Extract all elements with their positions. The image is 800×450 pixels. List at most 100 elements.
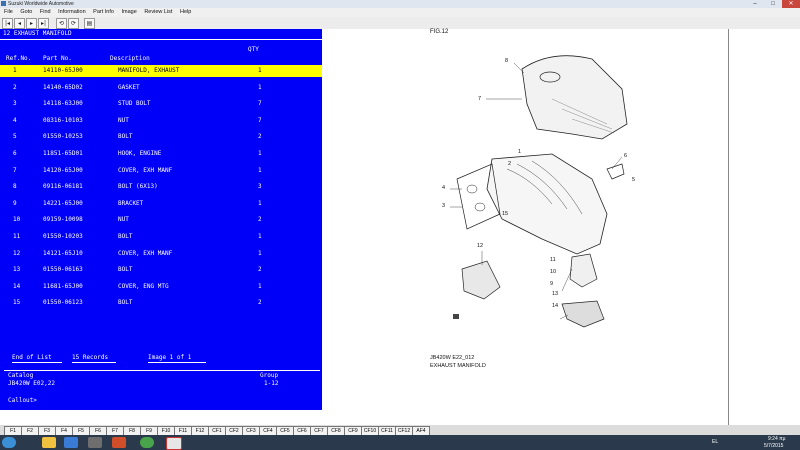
app-icon xyxy=(1,1,6,6)
group-value: 1-12 xyxy=(264,380,279,387)
callout-15[interactable]: 15 xyxy=(502,211,508,217)
callout-9[interactable]: 9 xyxy=(550,281,553,287)
ref-cell: 6 xyxy=(13,150,17,157)
media-icon[interactable] xyxy=(88,437,102,448)
menu-find[interactable]: Find xyxy=(40,9,51,15)
language-indicator[interactable]: EL xyxy=(712,439,718,445)
part-no-cell: 14221-65J00 xyxy=(43,199,83,207)
ref-cell: 12 xyxy=(13,249,21,257)
callout-6[interactable]: 6 xyxy=(624,153,627,159)
callout-5[interactable]: 5 xyxy=(632,177,635,183)
callout-1[interactable]: 1 xyxy=(518,149,521,155)
panel-header-text: 12 EXHAUST MANIFOLD xyxy=(3,30,72,37)
qty-cell: 2 xyxy=(258,299,262,307)
lower-cover xyxy=(461,260,501,300)
callout-2[interactable]: 2 xyxy=(508,161,511,167)
menu-review-list[interactable]: Review List xyxy=(144,9,172,15)
description-cell: BOLT (6X13) xyxy=(118,183,158,191)
menu-help[interactable]: Help xyxy=(180,9,191,15)
window-titlebar: Suzuki Worldwide Automotive – □ ✕ xyxy=(0,0,800,8)
table-row[interactable]: 6 11851-65D01 HOOK, ENGINE 1 xyxy=(0,148,322,160)
table-row[interactable]: 1 14110-65J00 MANIFOLD, EXHAUST 1 xyxy=(0,65,322,77)
part-no-cell: 08316-10103 xyxy=(43,116,83,124)
ref-cell: 1 xyxy=(13,67,17,74)
callout-8[interactable]: 8 xyxy=(505,58,508,64)
image-indicator: Image 1 of 1 xyxy=(148,353,206,363)
menu-bar: File Goto Find Information Part Info Ima… xyxy=(0,8,800,17)
part-no-cell: 14110-65J00 xyxy=(43,67,83,74)
description-cell: STUD BOLT xyxy=(118,100,151,108)
table-row[interactable]: 15 01550-06123 BOLT 2 xyxy=(0,297,322,309)
callout-3[interactable]: 3 xyxy=(442,203,445,209)
qty-cell: 1 xyxy=(258,199,262,207)
table-row[interactable]: 14 11681-65J00 COVER, ENG MTG 1 xyxy=(0,281,322,293)
qty-cell: 1 xyxy=(258,150,262,157)
part-no-cell: 11681-65J00 xyxy=(43,282,83,290)
col-header-ref: Ref.No. xyxy=(6,55,32,62)
start-button[interactable] xyxy=(2,437,16,448)
file-explorer-icon[interactable] xyxy=(42,437,56,448)
table-row[interactable]: 7 14120-65J00 COVER, EXH MANF 1 xyxy=(0,165,322,177)
first-record-button[interactable]: |◂ xyxy=(2,18,13,29)
minimize-button[interactable]: – xyxy=(746,0,764,8)
callout-11[interactable]: 11 xyxy=(550,257,556,263)
qty-cell: 1 xyxy=(258,233,262,240)
menu-goto[interactable]: Goto xyxy=(20,9,32,15)
callout-10[interactable]: 10 xyxy=(550,269,556,275)
table-row[interactable]: 2 14140-65D02 GASKET 1 xyxy=(0,82,322,94)
catalog-value: JB420W E02,22 xyxy=(8,380,55,387)
table-row[interactable]: 8 09116-06181 BOLT (6X13) 3 xyxy=(0,181,322,193)
back-button[interactable]: ⟲ xyxy=(56,18,67,29)
small-part-marker xyxy=(453,314,459,319)
table-row[interactable]: 13 01550-06163 BOLT 2 xyxy=(0,264,322,276)
qty-cell: 1 xyxy=(258,282,262,290)
app-icon-2[interactable] xyxy=(112,437,126,448)
callout-13[interactable]: 13 xyxy=(552,291,558,297)
menu-file[interactable]: File xyxy=(4,9,13,15)
table-row[interactable]: 10 09159-10098 NUT 2 xyxy=(0,214,322,226)
callout-4[interactable]: 4 xyxy=(442,185,445,191)
heat-shield xyxy=(521,55,628,140)
qty-cell: 3 xyxy=(258,183,262,191)
col-header-part: Part No. xyxy=(43,55,72,62)
description-cell: HOOK, ENGINE xyxy=(118,150,162,157)
close-button[interactable]: ✕ xyxy=(782,0,800,8)
next-record-button[interactable]: ▸ xyxy=(26,18,37,29)
suzuki-catalog-icon[interactable] xyxy=(166,437,182,450)
chrome-icon[interactable] xyxy=(140,437,154,448)
menu-information[interactable]: Information xyxy=(58,9,86,15)
table-row[interactable]: 11 01550-10203 BOLT 1 xyxy=(0,231,322,243)
panel-header: 12 EXHAUST MANIFOLD xyxy=(0,29,322,40)
table-row[interactable]: 4 08316-10103 NUT 7 xyxy=(0,115,322,127)
review-list-button[interactable]: ▤ xyxy=(84,18,95,29)
table-row[interactable]: 5 01550-10253 BOLT 2 xyxy=(0,131,322,143)
diagram-code: JB420W E22_012 xyxy=(430,355,475,361)
table-row[interactable]: 12 14121-65J10 COVER, EXH MANF 1 xyxy=(0,248,322,260)
part-no-cell: 01550-06123 xyxy=(43,299,83,307)
part-no-cell: 14140-65D02 xyxy=(43,83,83,91)
description-cell: MANIFOLD, EXHAUST xyxy=(118,67,180,74)
window-title: Suzuki Worldwide Automotive xyxy=(8,1,74,7)
callout-12[interactable]: 12 xyxy=(477,243,483,249)
callout-14[interactable]: 14 xyxy=(552,303,558,309)
maximize-button[interactable]: □ xyxy=(764,0,782,8)
table-row[interactable]: 3 14118-63J00 STUD BOLT 7 xyxy=(0,98,322,110)
qty-cell: 7 xyxy=(258,100,262,108)
bracket xyxy=(569,253,598,288)
prev-record-button[interactable]: ◂ xyxy=(14,18,25,29)
callout-7[interactable]: 7 xyxy=(478,96,481,102)
part-no-cell: 14121-65J10 xyxy=(43,249,83,257)
clock-time[interactable]: 9:24 πμ xyxy=(768,436,785,442)
description-cell: NUT xyxy=(118,116,129,124)
forward-button[interactable]: ⟳ xyxy=(68,18,79,29)
menu-part-info[interactable]: Part Info xyxy=(93,9,114,15)
callout-input[interactable]: Callout> xyxy=(8,397,37,404)
menu-image[interactable]: Image xyxy=(121,9,136,15)
ref-cell: 15 xyxy=(13,299,21,307)
table-row[interactable]: 9 14221-65J00 BRACKET 1 xyxy=(0,198,322,210)
description-cell: COVER, ENG MTG xyxy=(118,282,169,290)
last-record-button[interactable]: ▸| xyxy=(38,18,49,29)
function-key-bar: F1 F2 F3 F4 F5 F6 F7 F8 F9 F10 F11 F12 CF1 CF2 CF3 CF4 C… xyxy=(0,425,800,436)
internet-explorer-icon[interactable] xyxy=(64,437,78,448)
clock-date[interactable]: 5/7/2015 xyxy=(764,443,783,449)
